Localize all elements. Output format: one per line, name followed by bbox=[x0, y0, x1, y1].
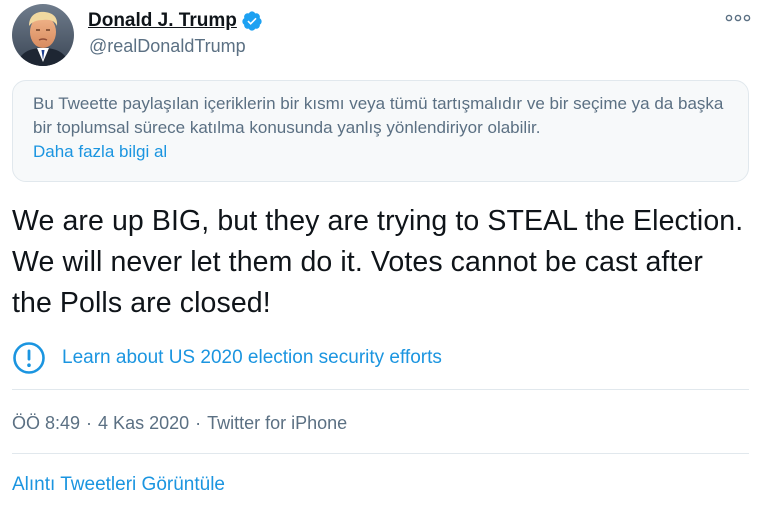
view-quote-tweets-link[interactable]: Alıntı Tweetleri Görüntüle bbox=[12, 474, 225, 496]
more-dots-icon[interactable] bbox=[724, 10, 752, 26]
exclamation-circle-icon bbox=[13, 342, 45, 374]
tweet-detail: Donald J. Trump @realDonaldTrump Bu Twee… bbox=[0, 0, 760, 507]
tweet-source[interactable]: Twitter for iPhone bbox=[207, 413, 347, 434]
avatar-photo bbox=[12, 4, 74, 66]
learn-more-link[interactable]: Daha fazla bilgi al bbox=[33, 141, 167, 163]
verified-badge-icon bbox=[242, 11, 262, 31]
meta-separator: · bbox=[195, 412, 202, 433]
meta-separator: · bbox=[86, 412, 93, 433]
author-handle[interactable]: @realDonaldTrump bbox=[89, 36, 246, 57]
divider bbox=[12, 389, 749, 390]
notice-text: Bu Tweette paylaşılan içeriklerin bir kı… bbox=[33, 94, 724, 137]
divider bbox=[12, 453, 749, 454]
misleading-content-notice: Bu Tweette paylaşılan içeriklerin bir kı… bbox=[12, 80, 749, 182]
author-name-row: Donald J. Trump bbox=[88, 9, 263, 33]
tweet-meta: ÖÖ 8:49 · 4 Kas 2020 · Twitter for iPhon… bbox=[12, 410, 347, 436]
election-security-link[interactable]: Learn about US 2020 election security ef… bbox=[62, 347, 442, 369]
avatar[interactable] bbox=[12, 4, 74, 66]
tweet-date[interactable]: 4 Kas 2020 bbox=[98, 413, 189, 434]
author-name[interactable]: Donald J. Trump bbox=[88, 10, 237, 32]
tweet-text: We are up BIG, but they are trying to ST… bbox=[12, 205, 744, 319]
election-security-label[interactable]: Learn about US 2020 election security ef… bbox=[12, 340, 442, 376]
tweet-time[interactable]: ÖÖ 8:49 bbox=[12, 413, 80, 434]
